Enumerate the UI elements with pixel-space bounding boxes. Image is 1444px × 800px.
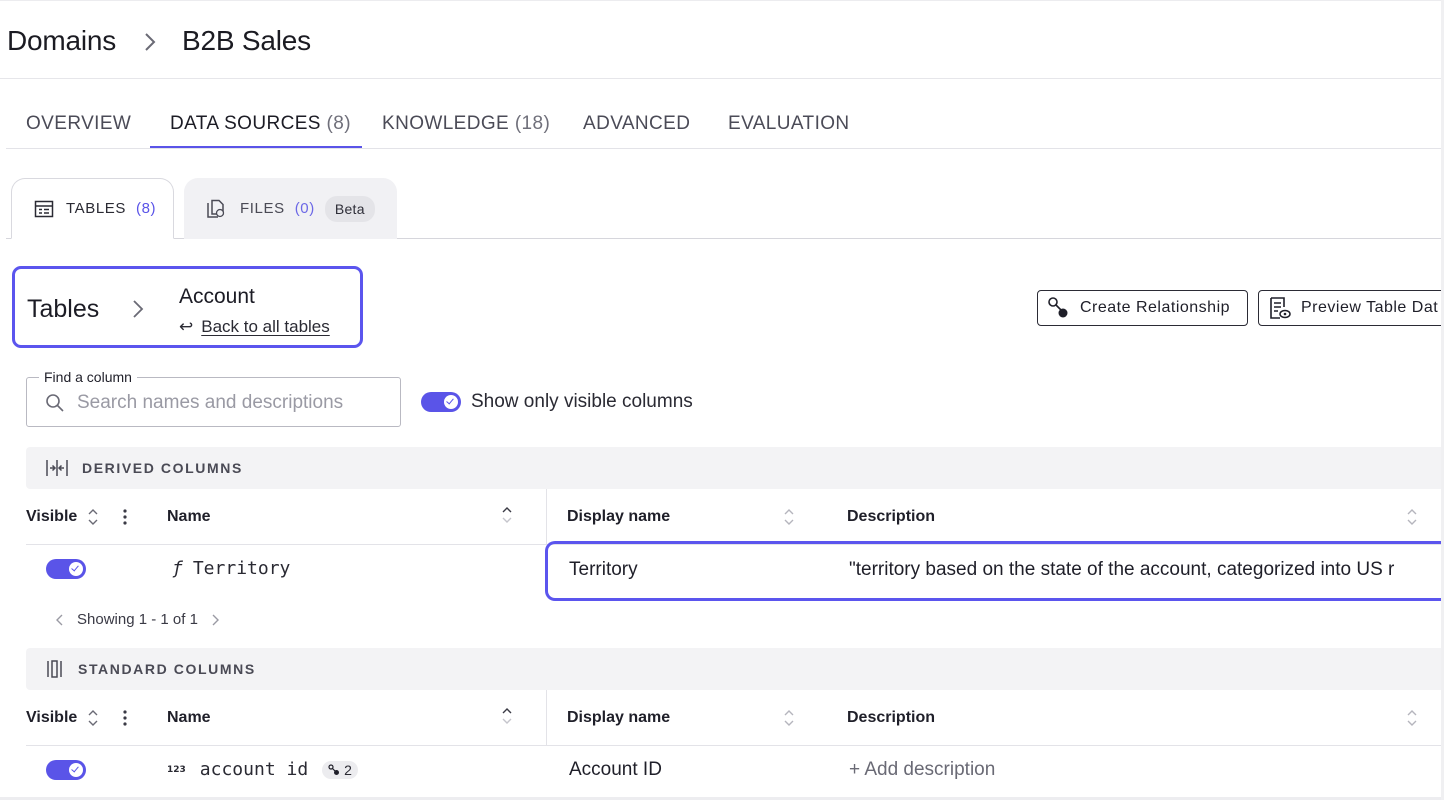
- visible-columns-label: Show only visible columns: [471, 391, 693, 412]
- create-relationship-button[interactable]: Create Relationship: [1037, 290, 1248, 326]
- derived-columns-header: DERIVED COLUMNS: [26, 447, 1444, 489]
- preview-table-data-label: Preview Table Dat: [1301, 299, 1439, 316]
- tables-breadcrumb: Tables Account ↩ Back to all tables: [12, 266, 363, 348]
- sort-icon[interactable]: [86, 707, 100, 729]
- find-column-field: Find a column: [26, 369, 401, 427]
- sort-asc-icon[interactable]: [500, 705, 514, 727]
- search-input[interactable]: [77, 390, 387, 416]
- search-icon: [46, 394, 64, 412]
- table-icon: [34, 200, 54, 217]
- sort-icon[interactable]: [86, 506, 100, 528]
- column-name[interactable]: ƒ Territory: [172, 558, 290, 579]
- active-tab-indicator: [150, 146, 362, 148]
- display-name-cell[interactable]: Account ID: [569, 759, 662, 781]
- col-description-header: Description: [847, 709, 936, 726]
- tab-tables-label: TABLES: [66, 200, 127, 217]
- breadcrumb-current: B2B Sales: [182, 25, 311, 56]
- derived-table-header: Visible Name Display name Description: [26, 489, 1444, 545]
- sort-icon[interactable]: [1405, 707, 1419, 729]
- tab-files-count: (0): [294, 200, 315, 217]
- tab-knowledge[interactable]: KNOWLEDGE (18): [382, 113, 550, 135]
- col-visible-header: Visible: [26, 508, 78, 525]
- relationship-icon: [328, 763, 340, 775]
- tab-tables[interactable]: TABLES (8): [11, 178, 174, 239]
- chevron-left-icon[interactable]: [55, 613, 65, 627]
- standard-columns-title: STANDARD COLUMNS: [78, 661, 256, 677]
- tab-data-sources[interactable]: DATA SOURCES (8): [170, 113, 351, 135]
- col-name-header: Name: [167, 508, 211, 525]
- more-options-icon[interactable]: [122, 508, 128, 526]
- column-name[interactable]: 123 account id 2: [167, 759, 358, 780]
- pagination: Showing 1 - 1 of 1: [55, 611, 220, 628]
- tab-advanced[interactable]: ADVANCED: [583, 113, 690, 135]
- column-divider: [546, 690, 547, 745]
- visible-columns-toggle[interactable]: [421, 392, 461, 412]
- add-description-link[interactable]: + Add description: [849, 759, 995, 781]
- relationship-count-badge[interactable]: 2: [322, 760, 358, 779]
- back-to-all-tables-link[interactable]: ↩ Back to all tables: [179, 317, 330, 337]
- tab-evaluation[interactable]: EVALUATION: [728, 113, 850, 135]
- function-icon: ƒ: [172, 558, 183, 579]
- sort-asc-icon[interactable]: [500, 504, 514, 526]
- derived-columns-title: DERIVED COLUMNS: [82, 460, 243, 476]
- preview-icon: [1270, 297, 1291, 319]
- standard-table-header: Visible Name Display name Description: [26, 690, 1444, 746]
- table-title: Account: [179, 285, 255, 308]
- find-column-label: Find a column: [39, 369, 137, 385]
- files-icon: [207, 199, 225, 218]
- col-visible-header: Visible: [26, 709, 78, 726]
- create-relationship-label: Create Relationship: [1080, 299, 1231, 316]
- sort-icon[interactable]: [782, 707, 796, 729]
- tab-files[interactable]: FILES (0) Beta: [184, 178, 397, 239]
- tab-overview[interactable]: OVERVIEW: [26, 113, 131, 135]
- numeric-type-icon: 123: [167, 764, 186, 775]
- page-header: Domains B2B Sales: [0, 0, 1444, 79]
- tab-tables-count: (8): [136, 200, 157, 217]
- description-cell[interactable]: "territory based on the state of the acc…: [849, 559, 1394, 581]
- beta-badge: Beta: [324, 195, 375, 222]
- derived-columns-icon: [46, 460, 68, 476]
- column-divider: [546, 489, 547, 544]
- sort-icon[interactable]: [1405, 506, 1419, 528]
- col-display-name-header: Display name: [567, 709, 671, 726]
- relationship-icon: [1048, 297, 1068, 318]
- highlighted-row-cells: Territory "territory based on the state …: [545, 541, 1444, 601]
- sub-tabs: TABLES (8) FILES (0) Beta: [6, 178, 1444, 239]
- col-description-header: Description: [847, 508, 936, 525]
- return-arrow-icon: ↩: [179, 317, 194, 336]
- preview-table-data-button[interactable]: Preview Table Dat: [1258, 290, 1444, 326]
- chevron-right-icon: [145, 33, 156, 51]
- main-tabs: OVERVIEW DATA SOURCES (8) KNOWLEDGE (18)…: [6, 100, 1444, 149]
- visibility-toggle[interactable]: [46, 760, 86, 780]
- tab-files-label: FILES: [240, 200, 285, 217]
- col-display-name-header: Display name: [567, 508, 671, 525]
- breadcrumb-tables[interactable]: Tables: [27, 295, 99, 324]
- col-name-header: Name: [167, 709, 211, 726]
- standard-columns-header: STANDARD COLUMNS: [26, 648, 1444, 690]
- more-options-icon[interactable]: [122, 709, 128, 727]
- breadcrumb-domains[interactable]: Domains: [7, 25, 116, 57]
- sort-icon[interactable]: [782, 506, 796, 528]
- standard-columns-icon: [47, 660, 62, 678]
- display-name-cell[interactable]: Territory: [569, 559, 638, 581]
- pagination-text: Showing 1 - 1 of 1: [77, 611, 198, 628]
- chevron-right-icon: [133, 300, 144, 318]
- chevron-right-icon[interactable]: [210, 613, 220, 627]
- visibility-toggle[interactable]: [46, 559, 86, 579]
